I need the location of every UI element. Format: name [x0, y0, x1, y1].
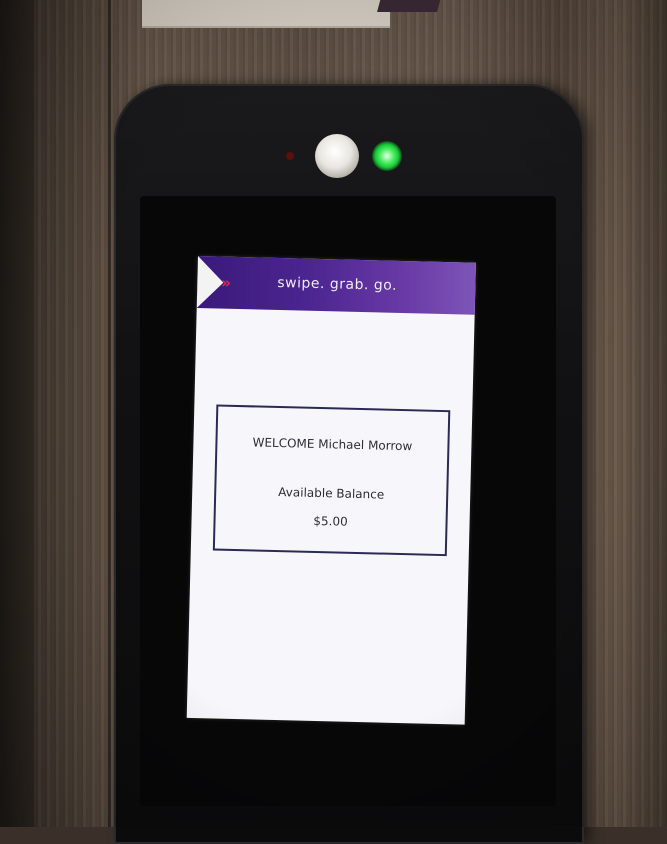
chevron-right-icon — [196, 256, 224, 309]
double-arrow-icon: » — [221, 273, 229, 292]
ir-sensor-icon — [286, 152, 294, 160]
paper-sign-tab — [377, 0, 443, 12]
status-led-icon — [372, 141, 402, 171]
screen-header: » swipe. grab. go. — [196, 256, 476, 315]
camera-lens-icon — [315, 134, 359, 178]
welcome-panel: WELCOME Michael Morrow Available Balance… — [212, 404, 451, 557]
wall-shadow — [0, 0, 34, 827]
paper-sign — [142, 0, 390, 28]
balance-amount: $5.00 — [313, 513, 348, 529]
balance-label: Available Balance — [278, 485, 385, 502]
welcome-greeting: WELCOME Michael Morrow — [252, 435, 413, 454]
wall-seam — [108, 0, 111, 827]
header-slogan: swipe. grab. go. — [277, 274, 398, 294]
kiosk-screen[interactable]: » swipe. grab. go. WELCOME Michael Morro… — [186, 256, 476, 725]
